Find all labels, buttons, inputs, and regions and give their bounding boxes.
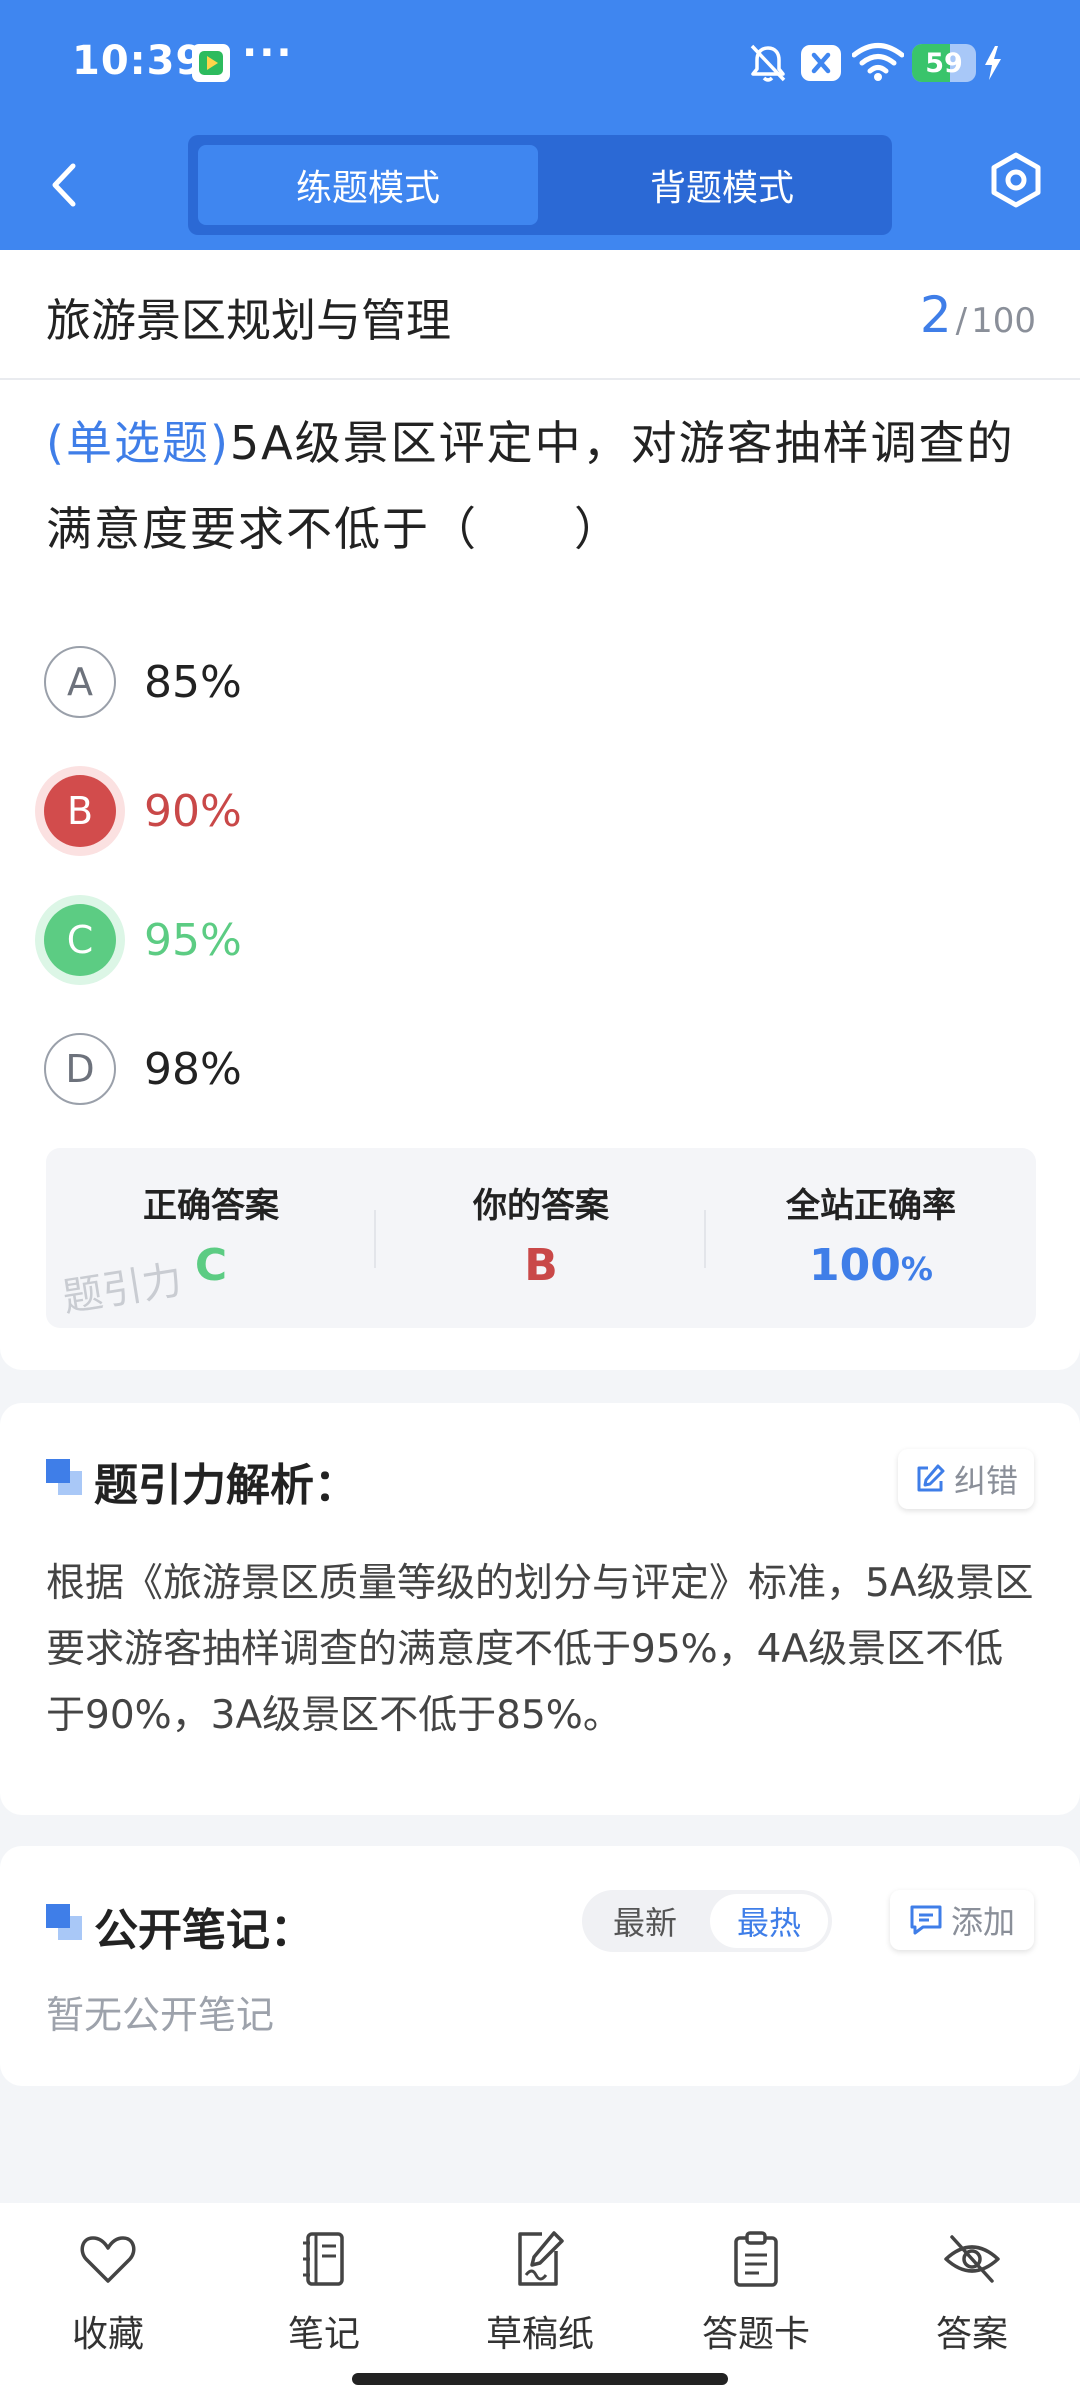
report-error-button[interactable]: 纠错 — [898, 1449, 1034, 1509]
option-letter: A — [44, 646, 116, 718]
notes-sort-toggle: 最新 最热 — [582, 1890, 832, 1952]
option-text: 85% — [144, 656, 242, 708]
question-type: (单选题) — [46, 416, 230, 470]
question-progress: 2/100 — [920, 286, 1036, 344]
accuracy-block: 全站正确率 100% — [706, 1148, 1036, 1328]
your-answer-value: B — [524, 1240, 558, 1291]
answer-summary: 正确答案 C 你的答案 B 全站正确率 100% 题引力 — [46, 1148, 1036, 1328]
mode-switcher: 练题模式 背题模式 — [188, 135, 892, 235]
sort-latest[interactable]: 最新 — [586, 1894, 704, 1948]
option-letter: B — [44, 775, 116, 847]
option-text: 95% — [144, 914, 242, 966]
sort-hottest[interactable]: 最热 — [710, 1894, 828, 1948]
question-stem: (单选题)5A级景区评定中，对游客抽样调查的满意度要求不低于（ ） — [46, 400, 1046, 572]
add-note-label: 添加 — [950, 1903, 1015, 1941]
public-notes-card: 公开笔记： 最新 最热 添加 暂无公开笔记 — [0, 1846, 1080, 2086]
chevron-left-icon — [52, 163, 76, 207]
progress-current: 2 — [919, 286, 952, 344]
option-c[interactable]: C 95% — [44, 900, 944, 980]
more-notifications-icon: ··· — [242, 30, 294, 76]
comment-icon — [910, 1905, 942, 1935]
subject-title: 旅游景区规划与管理 — [46, 294, 452, 347]
correct-answer-label: 正确答案 — [143, 1186, 279, 1226]
add-note-button[interactable]: 添加 — [890, 1890, 1034, 1950]
edit-icon — [917, 1464, 945, 1492]
battery-level: 59 — [925, 47, 963, 79]
option-letter: C — [44, 904, 116, 976]
back-button[interactable] — [40, 155, 88, 215]
app-icon — [192, 44, 230, 82]
analysis-title: 题引力解析： — [94, 1460, 358, 1511]
mute-bell-icon — [748, 42, 788, 88]
answer-toggle-button[interactable]: 答案 — [864, 2229, 1080, 2359]
charging-icon — [984, 46, 1002, 84]
notebook-icon — [303, 2232, 344, 2286]
notes-label: 笔记 — [287, 2314, 360, 2355]
option-d[interactable]: D 98% — [44, 1029, 944, 1109]
option-letter: D — [44, 1033, 116, 1105]
notes-title: 公开笔记： — [94, 1905, 314, 1956]
favorite-button[interactable]: 收藏 — [0, 2229, 216, 2359]
draft-paper-button[interactable]: 草稿纸 — [432, 2229, 648, 2359]
favorite-label: 收藏 — [71, 2314, 144, 2355]
tab-practice-mode[interactable]: 练题模式 — [198, 145, 538, 225]
status-bar: 10:39 ··· 59 — [0, 0, 1080, 125]
bottom-toolbar: 收藏 笔记 草稿纸 答题卡 答案 — [0, 2203, 1080, 2400]
accuracy-unit: % — [900, 1250, 933, 1288]
report-error-label: 纠错 — [953, 1462, 1018, 1500]
hexagon-settings-icon — [991, 152, 1041, 208]
accuracy-value: 100% — [706, 1240, 1036, 1291]
answer-sheet-label: 答题卡 — [701, 2314, 810, 2355]
progress-total: 100 — [971, 301, 1036, 341]
close-notification-icon — [800, 44, 842, 86]
answer-sheet-button[interactable]: 答题卡 — [648, 2229, 864, 2359]
option-a[interactable]: A 85% — [44, 642, 944, 722]
tab-recite-mode[interactable]: 背题模式 — [552, 145, 892, 225]
question-card: 旅游景区规划与管理 2/100 (单选题)5A级景区评定中，对游客抽样调查的满意… — [0, 250, 1080, 1370]
progress-separator: / — [955, 301, 968, 341]
wifi-icon — [851, 42, 905, 86]
answer-toggle-label: 答案 — [935, 2314, 1008, 2355]
status-time: 10:39 — [72, 38, 205, 84]
analysis-card: 题引力解析： 纠错 根据《旅游景区质量等级的划分与评定》标准，5A级景区要求游客… — [0, 1403, 1080, 1815]
empty-notes-text: 暂无公开笔记 — [46, 1993, 275, 2037]
subject-row: 旅游景区规划与管理 2/100 — [0, 250, 1080, 380]
answer-sheet-icon — [734, 2231, 778, 2287]
accuracy-label: 全站正确率 — [786, 1186, 956, 1226]
your-answer-label: 你的答案 — [473, 1186, 609, 1226]
section-squares-icon — [46, 1904, 82, 1940]
settings-button[interactable] — [984, 148, 1048, 212]
draft-paper-label: 草稿纸 — [485, 2314, 594, 2355]
heart-icon — [80, 2236, 136, 2283]
option-b[interactable]: B 90% — [44, 771, 944, 851]
notes-button[interactable]: 笔记 — [216, 2229, 432, 2359]
draft-paper-icon — [518, 2231, 564, 2286]
option-text: 98% — [144, 1043, 242, 1095]
home-indicator[interactable] — [352, 2373, 728, 2385]
your-answer-block: 你的答案 B — [376, 1148, 706, 1328]
option-text: 90% — [144, 785, 242, 837]
analysis-text: 根据《旅游景区质量等级的划分与评定》标准，5A级景区要求游客抽样调查的满意度不低… — [46, 1561, 1034, 1738]
battery-icon: 59 — [912, 44, 976, 82]
eye-off-icon — [944, 2235, 1000, 2283]
app-header: 10:39 ··· 59 练题模式 背题模式 — [0, 0, 1080, 250]
section-squares-icon — [46, 1459, 82, 1495]
accuracy-number: 100 — [809, 1240, 901, 1291]
